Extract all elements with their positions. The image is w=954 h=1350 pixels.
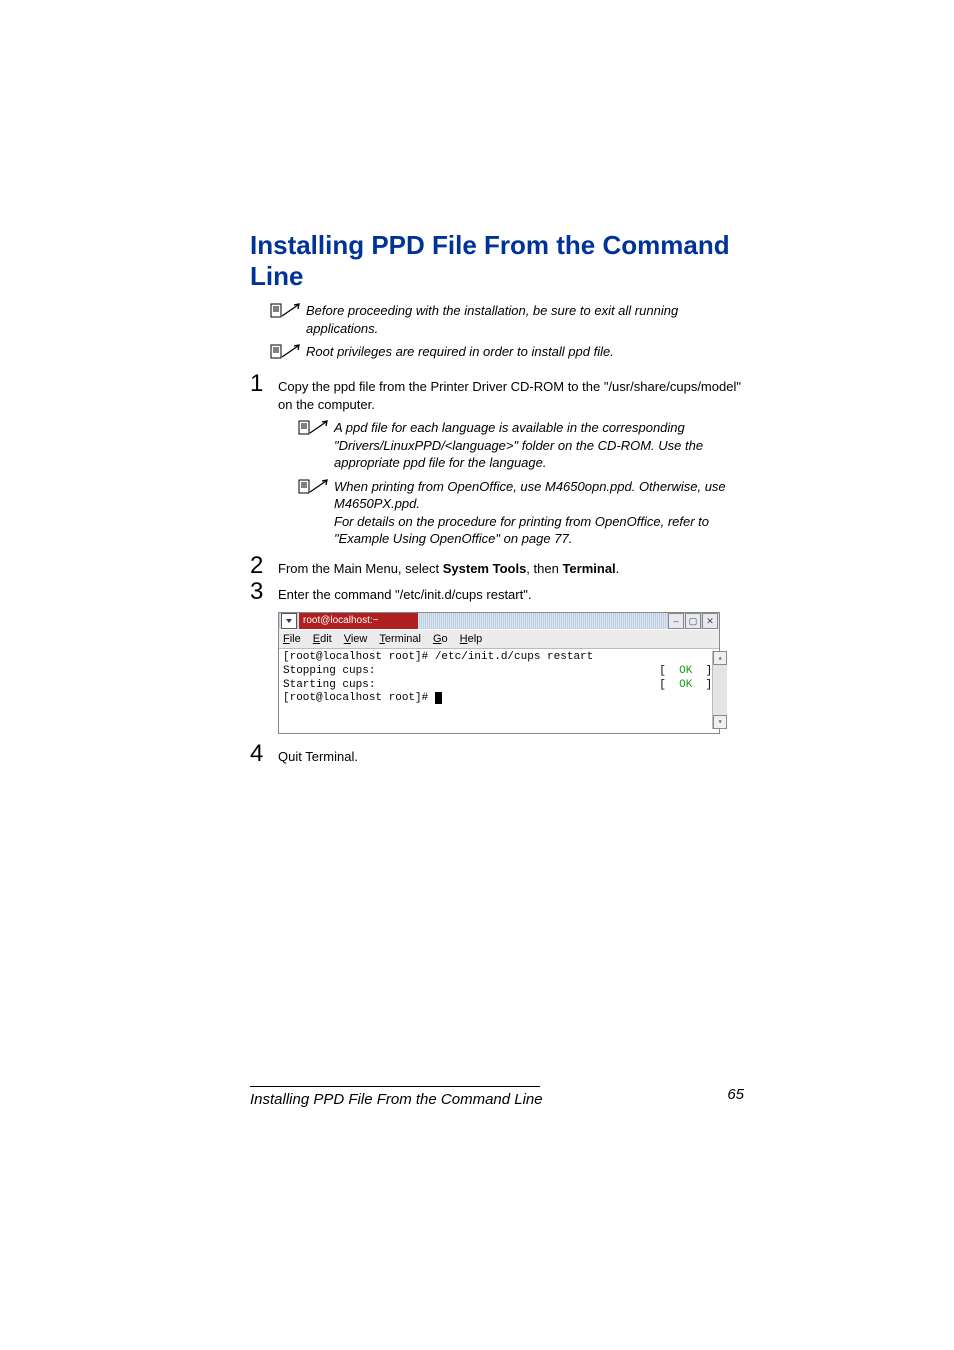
- terminal-menubar: File Edit View Terminal Go Help: [279, 629, 719, 649]
- step-text: Enter the command "/etc/init.d/cups rest…: [278, 586, 744, 604]
- note-icon: [298, 478, 334, 501]
- scrollbar: ▴ ▾: [712, 651, 727, 729]
- step-number: 1: [250, 372, 278, 396]
- text-fragment: From the Main Menu, select: [278, 561, 443, 576]
- step-text: From the Main Menu, select System Tools,…: [278, 560, 744, 578]
- note-exit-apps: Before proceeding with the installation,…: [270, 302, 744, 337]
- scroll-down-icon: ▾: [713, 715, 727, 729]
- term-line: Stopping cups:: [283, 665, 375, 677]
- step-number: 4: [250, 742, 278, 766]
- text-fragment: , then: [526, 561, 562, 576]
- window-menu-icon: [281, 613, 297, 629]
- section-heading: Installing PPD File From the Command Lin…: [250, 230, 744, 292]
- term-bracket: [: [659, 679, 679, 691]
- term-ok: OK: [679, 679, 692, 691]
- note-root-priv: Root privileges are required in order to…: [270, 343, 744, 366]
- note-language-ppd: A ppd file for each language is availabl…: [298, 419, 744, 472]
- menu-go: Go: [433, 633, 448, 645]
- term-line: Starting cups:: [283, 679, 375, 691]
- step-number: 2: [250, 554, 278, 578]
- page-number: 65: [727, 1086, 744, 1103]
- minimize-icon: –: [668, 613, 684, 629]
- note-icon: [270, 343, 306, 366]
- window-title: root@localhost:~: [299, 613, 418, 629]
- step-text: Quit Terminal.: [278, 748, 744, 766]
- step-1: 1 Copy the ppd file from the Printer Dri…: [250, 372, 744, 413]
- step-2: 2 From the Main Menu, select System Tool…: [250, 554, 744, 578]
- note-text: A ppd file for each language is availabl…: [334, 419, 744, 472]
- text-bold: System Tools: [443, 561, 527, 576]
- text-fragment: .: [616, 561, 620, 576]
- term-ok: OK: [679, 665, 692, 677]
- term-bracket: ]: [692, 665, 712, 677]
- terminal-screenshot: root@localhost:~ – ▢ ✕ File Edit View Te…: [278, 612, 720, 734]
- step-number: 3: [250, 580, 278, 604]
- term-bracket: ]: [692, 679, 712, 691]
- maximize-icon: ▢: [685, 613, 701, 629]
- note-openoffice: When printing from OpenOffice, use M4650…: [298, 478, 744, 548]
- term-line: [root@localhost root]#: [283, 692, 435, 704]
- step-3: 3 Enter the command "/etc/init.d/cups re…: [250, 580, 744, 604]
- note-text: When printing from OpenOffice, use M4650…: [334, 478, 744, 548]
- terminal-output: [root@localhost root]# /etc/init.d/cups …: [283, 651, 712, 729]
- menu-help: Help: [460, 633, 483, 645]
- step-text: Copy the ppd file from the Printer Drive…: [278, 378, 744, 413]
- cursor-icon: [435, 692, 442, 704]
- footer-title: Installing PPD File From the Command Lin…: [250, 1091, 543, 1108]
- menu-terminal: Terminal: [379, 633, 421, 645]
- note-icon: [270, 302, 306, 325]
- menu-file: File: [283, 633, 301, 645]
- menu-view: View: [344, 633, 368, 645]
- term-line: [root@localhost root]# /etc/init.d/cups …: [283, 651, 593, 663]
- note-line: When printing from OpenOffice, use M4650…: [334, 479, 726, 512]
- note-text: Before proceeding with the installation,…: [306, 302, 744, 337]
- menu-edit: Edit: [313, 633, 332, 645]
- step-4: 4 Quit Terminal.: [250, 742, 744, 766]
- scroll-up-icon: ▴: [713, 651, 727, 665]
- page-footer: Installing PPD File From the Command Lin…: [250, 1086, 744, 1108]
- window-titlebar: root@localhost:~ – ▢ ✕: [279, 613, 719, 629]
- note-text: Root privileges are required in order to…: [306, 343, 744, 361]
- terminal-body: [root@localhost root]# /etc/init.d/cups …: [279, 649, 719, 733]
- close-icon: ✕: [702, 613, 718, 629]
- text-bold: Terminal: [562, 561, 615, 576]
- term-bracket: [: [659, 665, 679, 677]
- note-line: For details on the procedure for printin…: [334, 514, 709, 547]
- note-icon: [298, 419, 334, 442]
